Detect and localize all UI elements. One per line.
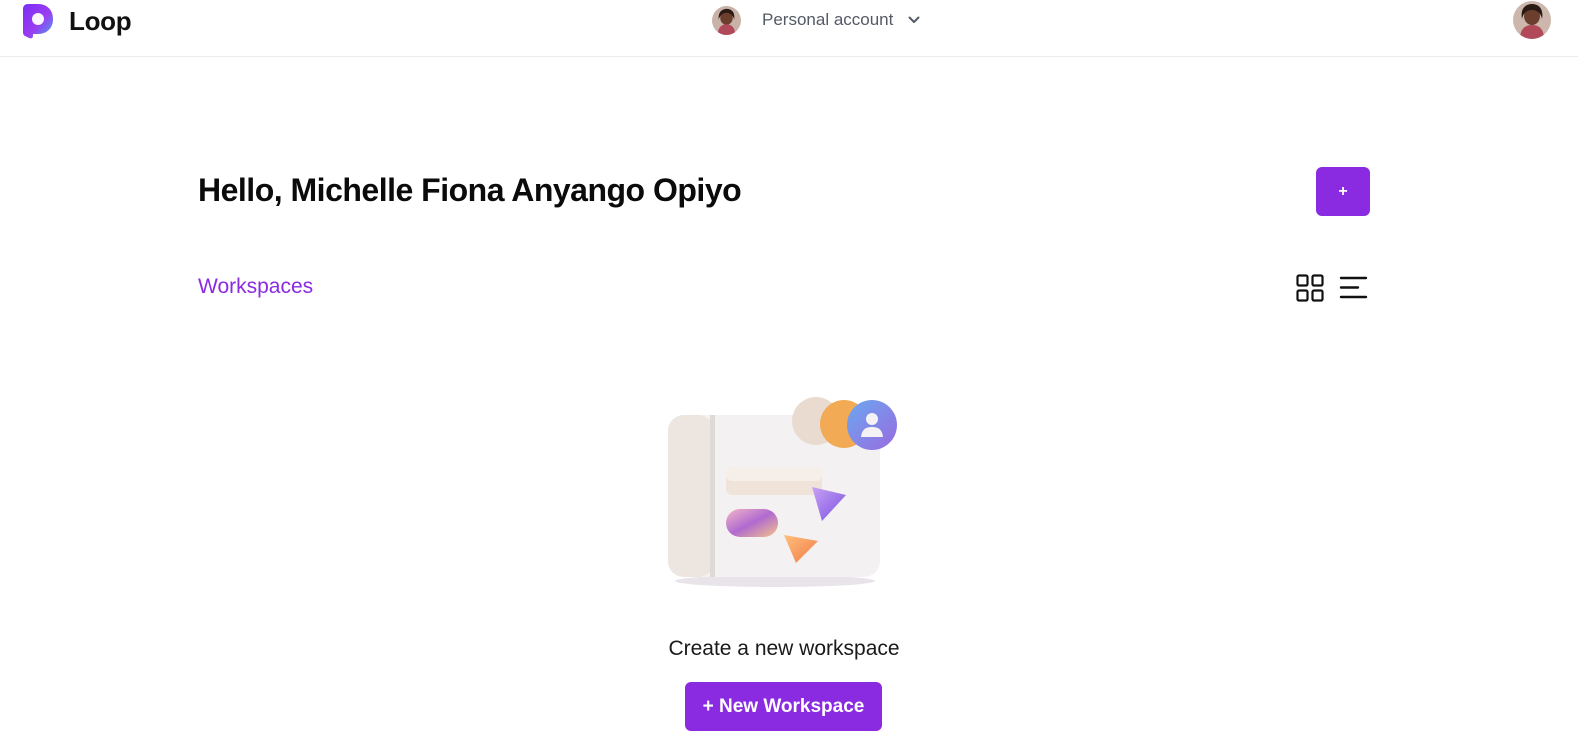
profile-avatar[interactable] (1513, 1, 1551, 39)
app-brand[interactable]: Loop (69, 4, 132, 38)
chevron-down-icon (908, 16, 920, 23)
top-bar: Loop Personal account (0, 0, 1578, 57)
new-workspace-button[interactable]: + New Workspace (685, 682, 882, 731)
account-switcher[interactable]: Personal account (712, 4, 921, 36)
workspaces-title: Workspaces (198, 275, 314, 298)
grid-view-icon[interactable] (1296, 274, 1324, 302)
greeting-heading: Hello, Michelle Fiona Anyango Opiyo (198, 172, 742, 208)
loop-logo-icon[interactable] (19, 3, 55, 39)
add-button[interactable]: + (1316, 167, 1370, 216)
list-view-icon[interactable] (1339, 275, 1368, 300)
account-label: Personal account (762, 10, 894, 29)
empty-state-text: Create a new workspace (668, 637, 900, 660)
user-avatar (712, 5, 741, 35)
workspace-illustration (668, 397, 897, 587)
